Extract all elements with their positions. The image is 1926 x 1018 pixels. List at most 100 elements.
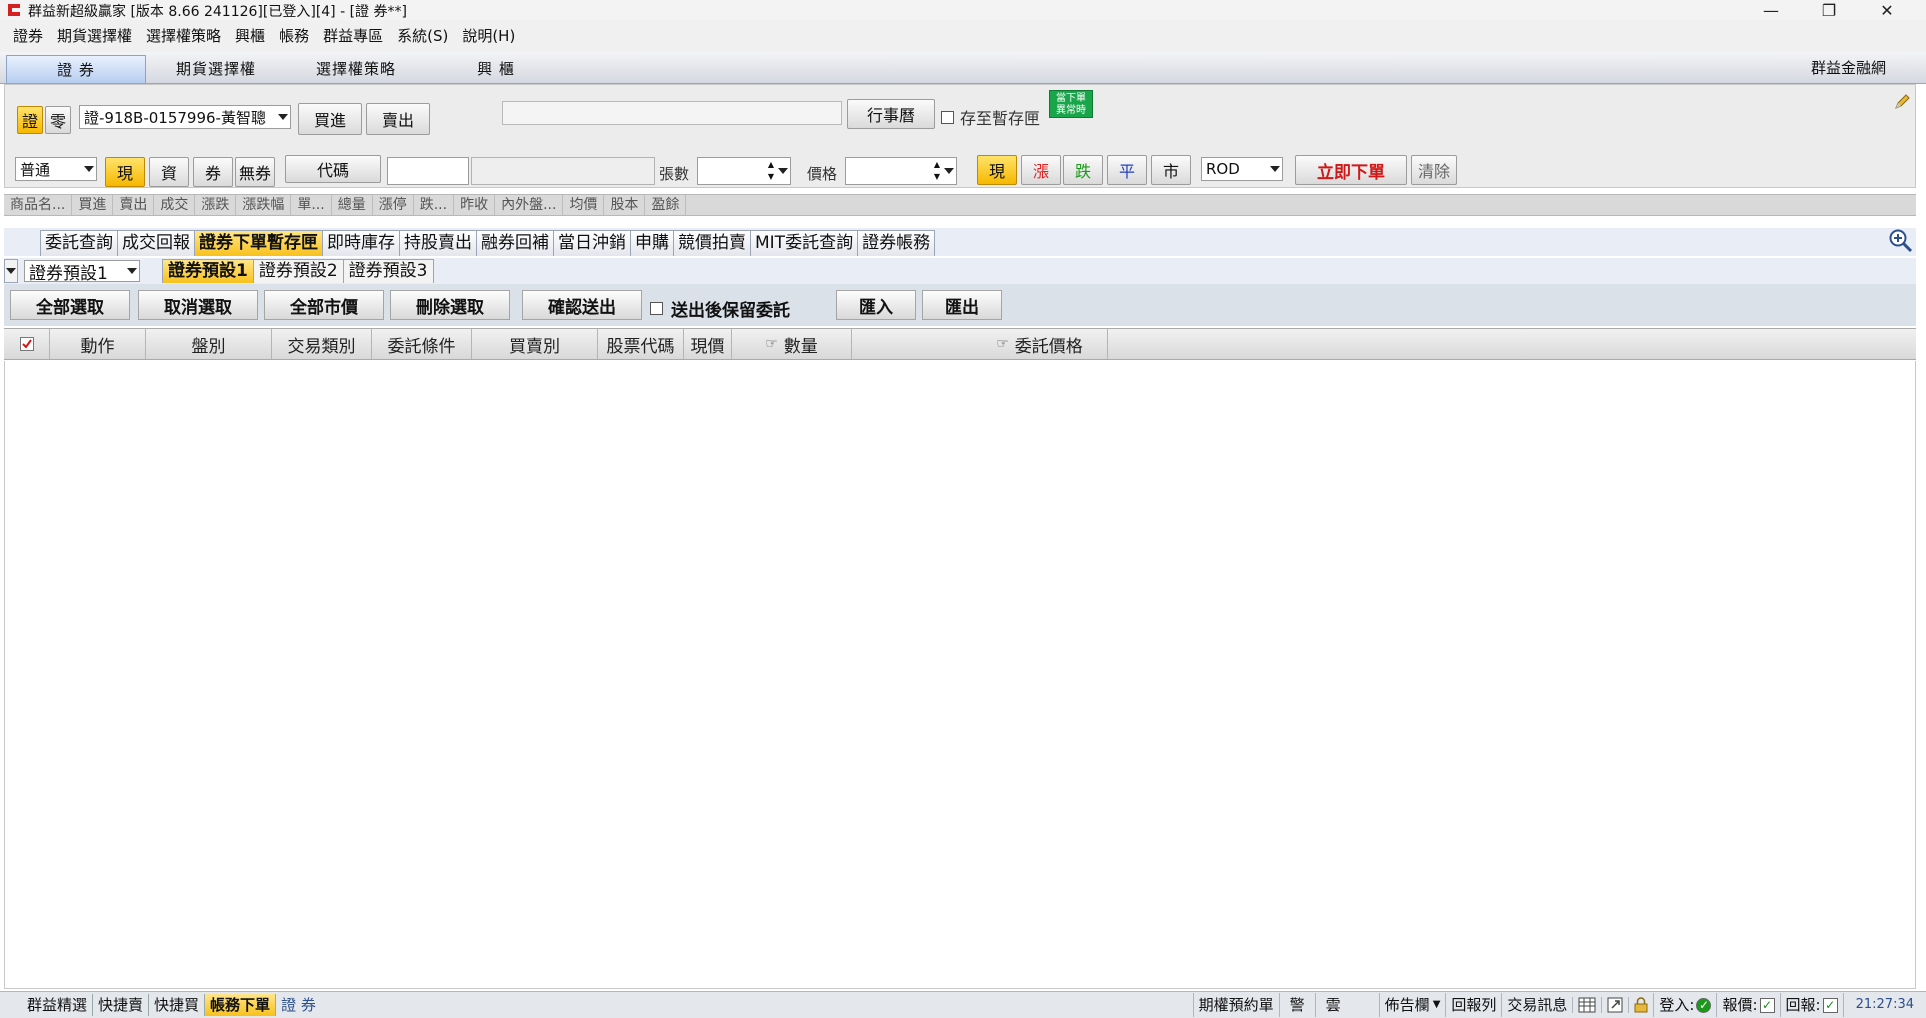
edit-pencil-icon[interactable] [1893,93,1911,111]
tab-order-query[interactable]: 委託查詢 [40,230,118,256]
minimize-button[interactable]: — [1742,0,1800,20]
tab-subscription[interactable]: 申購 [630,230,674,256]
cloud-button[interactable]: 雲 [1314,993,1351,1017]
quote-col-inside-outside[interactable]: 內外盤... [495,195,564,215]
stock-code-input[interactable] [387,157,469,185]
grid-col-trade-type[interactable]: 交易類別 [272,329,372,359]
grid-col-order-price[interactable]: ☞ 委託價格 [852,329,1108,359]
bottom-tab-quick-buy[interactable]: 快捷買 [149,994,206,1016]
buy-button[interactable]: 買進 [298,103,362,135]
account-select[interactable]: 證-918B-0157996-黃智聰 [79,105,291,129]
calculator-icon[interactable] [1572,997,1601,1013]
tab-securities-account[interactable]: 證券帳務 [857,230,936,256]
grid-col-quantity[interactable]: ☞ 數量 [732,329,852,359]
menu-option-strategy[interactable]: 選擇權策略 [139,20,228,52]
spin-down-icon[interactable]: ▼ [934,172,940,181]
alert-button[interactable]: 警 [1278,993,1315,1017]
confirm-send-button[interactable]: 確認送出 [522,290,642,320]
popout-icon[interactable] [1601,997,1628,1013]
tab-auction[interactable]: 競價拍賣 [673,230,751,256]
spin-down-icon[interactable]: ▼ [768,172,774,181]
quote-col-unit[interactable]: 單... [291,195,332,215]
quote-col-limit-up[interactable]: 漲停 [373,195,414,215]
keep-after-send-option[interactable]: 送出後保留委託 [650,296,790,321]
grid-col-order-condition[interactable]: 委託條件 [372,329,472,359]
tif-select[interactable]: ROD [1201,157,1283,181]
subtab-preset-1[interactable]: 證券預設1 [162,259,254,283]
menu-emerging[interactable]: 興櫃 [228,20,272,52]
calendar-button[interactable]: 行事曆 [847,99,935,129]
close-button[interactable]: ✕ [1858,0,1916,20]
tab-holding-sell[interactable]: 持股賣出 [399,230,477,256]
keep-after-send-checkbox[interactable] [650,302,663,315]
subtab-preset-3[interactable]: 證券預設3 [342,259,434,283]
quote-col-avg[interactable]: 均價 [563,195,605,215]
quote-col-volume[interactable]: 總量 [332,195,373,215]
grid-col-stock-code[interactable]: 股票代碼 [598,329,684,359]
price-type-current-button[interactable]: 現 [977,155,1017,185]
module-tab-securities[interactable]: 證 券 [6,55,146,83]
bottom-tab-featured[interactable]: 群益精選 [22,994,94,1016]
qty-stepper[interactable]: ▲ ▼ [697,157,791,185]
code-button[interactable]: 代碼 [285,155,381,183]
options-reservation-button[interactable]: 期權預約單 [1192,993,1279,1017]
quote-col-prev-close[interactable]: 昨收 [454,195,496,215]
lock-icon[interactable] [1628,997,1653,1013]
tab-order-staging[interactable]: 證券下單暫存匣 [194,230,323,256]
menu-securities[interactable]: 證券 [6,20,50,52]
quote-col-change[interactable]: 漲跌 [195,195,237,215]
staging-grid-body[interactable] [4,361,1916,989]
menu-futures-options[interactable]: 期貨選擇權 [50,20,139,52]
chevron-down-icon[interactable] [778,168,788,174]
cash-type-cash-button[interactable]: 現 [105,157,145,187]
bottom-tab-quick-sell[interactable]: 快捷賣 [93,994,150,1016]
select-all-button[interactable]: 全部選取 [10,290,130,320]
trade-message-button[interactable]: 交易訊息 [1501,993,1572,1017]
tab-short-cover[interactable]: 融券回補 [476,230,554,256]
quote-col-ask[interactable]: 賣出 [113,195,155,215]
quote-col-last[interactable]: 成交 [154,195,196,215]
menu-help[interactable]: 說明(H) [455,20,522,52]
grid-col-session[interactable]: 盤別 [146,329,272,359]
export-button[interactable]: 匯出 [922,290,1002,320]
sell-button[interactable]: 賣出 [366,103,430,135]
restore-button[interactable]: ❐ [1800,0,1858,20]
order-type-select[interactable]: 普通 [15,157,97,181]
spin-up-icon[interactable]: ▲ [768,160,774,169]
bulletin-button[interactable]: 佈告欄 ▼ [1378,993,1446,1017]
quote-col-name[interactable]: 商品名... [4,195,73,215]
bottom-tab-account-order[interactable]: 帳務下單 [205,994,277,1016]
cash-type-short-button[interactable]: 券 [193,157,233,187]
grid-col-current-price[interactable]: 現價 [684,329,732,359]
zoom-in-icon[interactable] [1888,228,1914,254]
quote-col-earnings[interactable]: 盈餘 [645,195,687,215]
import-button[interactable]: 匯入 [836,290,916,320]
bottom-tab-securities[interactable]: 證 券 [276,994,321,1016]
tab-fill-report[interactable]: 成交回報 [117,230,195,256]
tab-day-trade[interactable]: 當日沖銷 [553,230,631,256]
module-tab-option-strategy[interactable]: 選擇權策略 [286,55,426,83]
all-market-price-button[interactable]: 全部市價 [264,290,384,320]
subtab-preset-2[interactable]: 證券預設2 [252,259,344,283]
deselect-button[interactable]: 取消選取 [138,290,258,320]
quote-col-limit-down[interactable]: 跌... [414,195,455,215]
price-stepper[interactable]: ▲ ▼ [845,157,957,185]
capital-finance-link[interactable]: 群益金融網 [1811,52,1886,84]
mode-securities-button[interactable]: 證 [17,106,43,134]
order-anomaly-badge[interactable]: 當下單 異常時 [1049,90,1093,118]
chevron-down-icon[interactable] [944,168,954,174]
spin-up-icon[interactable]: ▲ [934,160,940,169]
submit-order-button[interactable]: 立即下單 [1295,155,1407,185]
collapse-toggle[interactable] [4,259,18,283]
menu-capital-zone[interactable]: 群益專區 [316,20,390,52]
clear-button[interactable]: 清除 [1411,155,1457,185]
grid-col-buy-sell[interactable]: 買賣別 [472,329,598,359]
tab-realtime-inventory[interactable]: 即時庫存 [322,230,400,256]
report-row-button[interactable]: 回報列 [1445,993,1501,1017]
save-to-box-option[interactable]: 存至暫存匣 [941,105,1040,129]
quote-col-bid[interactable]: 買進 [72,195,114,215]
delete-selected-button[interactable]: 刪除選取 [390,290,510,320]
quote-col-capital[interactable]: 股本 [604,195,646,215]
mode-odd-lot-button[interactable]: 零 [45,106,71,134]
price-type-flat-button[interactable]: 平 [1107,155,1147,185]
